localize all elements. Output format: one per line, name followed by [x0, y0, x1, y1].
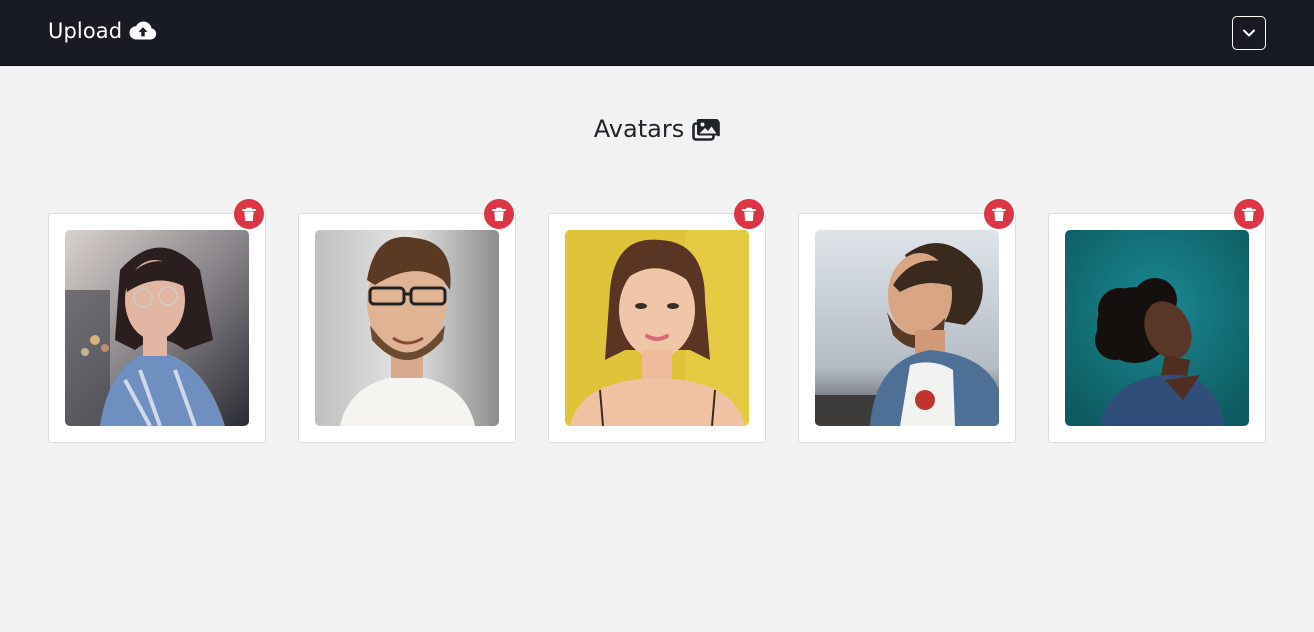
trash-icon: [1242, 207, 1256, 222]
trash-icon: [242, 207, 256, 222]
trash-icon: [492, 207, 506, 222]
avatar-image: [1065, 230, 1249, 426]
avatar-image: [565, 230, 749, 426]
images-icon: [692, 117, 721, 141]
trash-icon: [992, 207, 1006, 222]
avatar-card: [48, 199, 266, 443]
navbar: Upload: [0, 0, 1314, 66]
avatar-image: [315, 230, 499, 426]
delete-button[interactable]: [984, 199, 1014, 229]
avatar-card: [298, 199, 516, 443]
delete-button[interactable]: [1234, 199, 1264, 229]
cloud-upload-icon: [129, 20, 157, 42]
trash-icon: [742, 207, 756, 222]
avatar-image: [65, 230, 249, 426]
delete-button[interactable]: [484, 199, 514, 229]
avatar-image: [815, 230, 999, 426]
avatar-card: [798, 199, 1016, 443]
chevron-down-icon: [1241, 25, 1257, 41]
delete-button[interactable]: [734, 199, 764, 229]
brand-label: Upload: [48, 19, 123, 43]
page-title: Avatars: [593, 115, 685, 143]
page-heading: Avatars: [0, 115, 1314, 143]
avatar-card: [1048, 199, 1266, 443]
avatar-card: [548, 199, 766, 443]
delete-button[interactable]: [234, 199, 264, 229]
navbar-toggle-button[interactable]: [1232, 16, 1266, 50]
brand-link[interactable]: Upload: [48, 19, 157, 43]
